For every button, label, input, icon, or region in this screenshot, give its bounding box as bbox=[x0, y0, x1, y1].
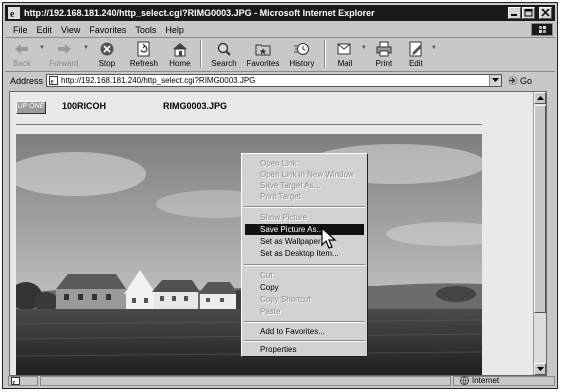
scroll-thumb[interactable] bbox=[534, 105, 546, 313]
search-button[interactable]: Search bbox=[205, 38, 243, 71]
menu-bar: File Edit View Favorites Tools Help bbox=[5, 22, 555, 38]
forward-button[interactable]: Forward bbox=[45, 38, 83, 71]
ctx-cut[interactable]: Cut bbox=[245, 270, 364, 281]
svg-text:e: e bbox=[51, 78, 54, 86]
favorites-folder-icon bbox=[255, 44, 271, 56]
edit-page-icon bbox=[409, 41, 422, 57]
globe-icon bbox=[460, 376, 469, 385]
ctx-add-to-favorites[interactable]: Add to Favorites... bbox=[245, 326, 364, 337]
history-button[interactable]: History bbox=[283, 38, 321, 71]
page-icon: e bbox=[49, 76, 59, 86]
scroll-down-button[interactable] bbox=[534, 363, 546, 375]
folder-name: 100RICOH bbox=[62, 101, 107, 111]
ctx-set-as-desktop-item[interactable]: Set as Desktop Item... bbox=[245, 248, 364, 259]
address-bar: Address e http://192.168.181.240/http_se… bbox=[5, 72, 555, 89]
context-menu: Open Link Open Link in New Window Save T… bbox=[241, 153, 368, 357]
address-url: http://192.168.181.240/http_select.cgi?R… bbox=[61, 76, 256, 85]
up-folder-button[interactable]: UP ONE bbox=[16, 101, 46, 114]
home-icon bbox=[172, 43, 187, 57]
vertical-scrollbar[interactable] bbox=[533, 92, 546, 375]
ctx-copy-shortcut[interactable]: Copy Shortcut bbox=[245, 294, 364, 305]
go-arrow-icon bbox=[508, 76, 518, 85]
ctx-separator bbox=[244, 340, 365, 342]
menu-help[interactable]: Help bbox=[165, 25, 184, 35]
arrow-up-icon bbox=[537, 96, 544, 100]
favorites-button[interactable]: Favorites bbox=[243, 38, 283, 71]
mouse-pointer-icon bbox=[321, 227, 337, 249]
ctx-save-picture-as[interactable]: Save Picture As... bbox=[245, 224, 364, 235]
menu-view[interactable]: View bbox=[61, 25, 80, 35]
standard-toolbar: Back ▼ Forward ▼ Stop Refresh Home Searc… bbox=[5, 38, 555, 72]
chevron-down-icon bbox=[492, 78, 500, 82]
menu-file[interactable]: File bbox=[13, 25, 28, 35]
mail-icon bbox=[337, 43, 351, 55]
toolbar-separator bbox=[323, 40, 326, 68]
print-button[interactable]: Print bbox=[367, 38, 401, 71]
ctx-separator bbox=[244, 264, 365, 266]
close-button[interactable] bbox=[539, 7, 552, 19]
maximize-button[interactable] bbox=[522, 7, 535, 19]
menu-edit[interactable]: Edit bbox=[37, 25, 53, 35]
toolbar-separator bbox=[199, 40, 202, 68]
forward-arrow-icon bbox=[57, 44, 71, 54]
ctx-open-link[interactable]: Open Link bbox=[245, 158, 364, 169]
status-page-indicator: e bbox=[8, 375, 38, 386]
close-icon bbox=[541, 9, 550, 17]
ctx-properties[interactable]: Properties bbox=[245, 344, 364, 355]
file-name: RIMG0003.JPG bbox=[163, 101, 228, 111]
ie-logo-icon: e bbox=[8, 7, 20, 19]
ctx-save-target-as[interactable]: Save Target As... bbox=[245, 180, 364, 191]
mail-button[interactable]: Mail bbox=[329, 38, 361, 71]
page-done-icon: e bbox=[11, 376, 20, 385]
arrow-down-icon bbox=[537, 367, 544, 371]
history-icon bbox=[293, 43, 309, 55]
edit-dropdown-icon[interactable]: ▼ bbox=[431, 45, 437, 51]
go-button[interactable]: Go bbox=[508, 76, 532, 86]
divider bbox=[16, 124, 482, 125]
home-button[interactable]: Home bbox=[163, 38, 197, 71]
printer-icon bbox=[376, 41, 392, 57]
address-label: Address bbox=[10, 75, 44, 86]
svg-text:e: e bbox=[13, 378, 16, 384]
security-zone: Internet bbox=[453, 375, 555, 386]
ctx-open-link-new-window[interactable]: Open Link in New Window bbox=[245, 169, 364, 180]
edit-button[interactable]: Edit bbox=[401, 38, 431, 71]
menu-tools[interactable]: Tools bbox=[135, 25, 156, 35]
minimize-icon bbox=[511, 14, 517, 16]
go-label: Go bbox=[520, 75, 533, 86]
zone-label: Internet bbox=[472, 376, 500, 385]
ctx-copy[interactable]: Copy bbox=[245, 282, 364, 293]
browser-window: e http://192.168.181.240/http_select.cgi… bbox=[2, 2, 558, 389]
ctx-separator bbox=[244, 206, 365, 208]
refresh-icon bbox=[137, 41, 150, 57]
stop-icon bbox=[100, 42, 114, 56]
maximize-icon bbox=[524, 9, 533, 17]
address-dropdown-button[interactable] bbox=[489, 75, 502, 86]
stop-button[interactable]: Stop bbox=[89, 38, 125, 71]
ctx-paste[interactable]: Paste bbox=[245, 306, 364, 317]
refresh-button[interactable]: Refresh bbox=[125, 38, 163, 71]
search-icon bbox=[217, 42, 231, 56]
svg-text:e: e bbox=[10, 9, 15, 19]
ctx-set-as-wallpaper[interactable]: Set as Wallpaper bbox=[245, 236, 364, 247]
back-arrow-icon bbox=[15, 44, 28, 54]
minimize-button[interactable] bbox=[508, 7, 521, 19]
address-input[interactable]: e http://192.168.181.240/http_select.cgi… bbox=[46, 74, 503, 87]
ctx-show-picture[interactable]: Show Picture bbox=[245, 212, 364, 223]
status-text-panel bbox=[40, 375, 451, 386]
status-bar: e Internet bbox=[5, 375, 555, 386]
window-title: http://192.168.181.240/http_select.cgi?R… bbox=[24, 8, 375, 18]
ctx-print-target[interactable]: Print Target bbox=[245, 191, 364, 202]
ctx-separator bbox=[244, 321, 365, 323]
windows-flag-icon bbox=[531, 23, 553, 36]
title-bar[interactable]: e http://192.168.181.240/http_select.cgi… bbox=[5, 5, 555, 21]
scroll-up-button[interactable] bbox=[534, 92, 546, 104]
back-button[interactable]: Back bbox=[5, 38, 39, 71]
menu-favorites[interactable]: Favorites bbox=[89, 25, 126, 35]
